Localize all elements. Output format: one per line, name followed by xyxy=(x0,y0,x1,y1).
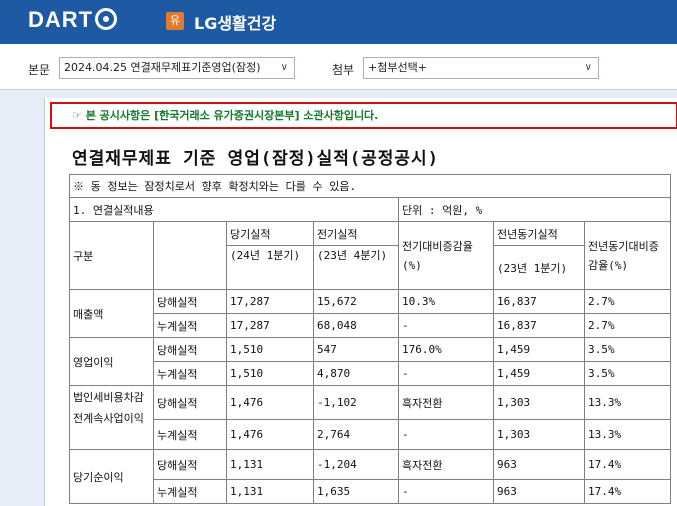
previous-cell: 4,870 xyxy=(313,361,399,386)
header-yoy: 전년동기대비증감율(%) xyxy=(584,221,671,290)
item-cell: 당기순이익 xyxy=(69,449,154,504)
yoy-cell: 2.7% xyxy=(584,289,671,314)
type-cell: 누계실적 xyxy=(153,479,227,504)
current-cell: 1,476 xyxy=(226,385,314,420)
yoy-prev-cell: 1,303 xyxy=(493,419,585,450)
page-title: 연결재무제표 기준 영업(잠정)실적(공정공시) xyxy=(72,149,439,169)
current-cell: 1,131 xyxy=(226,449,314,480)
current-cell: 1,476 xyxy=(226,419,314,450)
item-cell: 영업이익 xyxy=(69,337,154,386)
main-doc-label: 본문 xyxy=(28,63,51,77)
header-current: 당기실적 xyxy=(226,221,314,246)
yoy-prev-cell: 963 xyxy=(493,479,585,504)
yoy-cell: 13.3% xyxy=(584,419,671,450)
table-row: 영업이익 당해실적 1,510 547 176.0% 1,459 3.5% xyxy=(69,337,671,386)
qoq-cell: - xyxy=(398,313,494,338)
yoy-prev-cell: 1,459 xyxy=(493,337,585,362)
header-previous: 전기실적 xyxy=(313,221,399,246)
type-cell: 당해실적 xyxy=(153,337,227,362)
unit-cell: 단위 : 억원, % xyxy=(398,197,671,222)
yoy-cell: 17.4% xyxy=(584,479,671,504)
yoy-prev-cell: 1,303 xyxy=(493,385,585,420)
type-cell: 당해실적 xyxy=(153,289,227,314)
previous-cell: 547 xyxy=(313,337,399,362)
qoq-cell: 10.3% xyxy=(398,289,494,314)
header-yoy-prev: 전년동기실적 xyxy=(493,221,585,246)
header-blank xyxy=(153,221,227,290)
yoy-cell: 13.3% xyxy=(584,385,671,420)
market-badge: 유 xyxy=(166,12,184,30)
note-cell: ※ 동 정보는 잠정치로서 향후 확정치와는 다를 수 있음. xyxy=(69,174,671,198)
current-cell: 17,287 xyxy=(226,313,314,338)
table-row: 누계실적 17,287 68,048-16,837 2.7% xyxy=(70,313,671,338)
yoy-prev-cell: 16,837 xyxy=(493,313,585,338)
type-cell: 누계실적 xyxy=(153,361,227,386)
current-cell: 1,131 xyxy=(226,479,314,504)
previous-cell: 15,672 xyxy=(313,289,399,314)
qoq-cell: 흑자전환 xyxy=(398,385,494,420)
main-doc-select[interactable]: 2024.04.25 연결재무제표기준영업(잠정) ∨ xyxy=(59,57,295,79)
dart-logo[interactable]: DART xyxy=(28,7,118,33)
qoq-cell: 176.0% xyxy=(398,337,494,362)
item-cell: 법인세비용차감전계속사업이익 xyxy=(69,385,154,450)
yoy-prev-cell: 1,459 xyxy=(493,361,585,386)
current-cell: 1,510 xyxy=(226,361,314,386)
header-yoy-prev-period: (23년 1분기) xyxy=(493,245,585,290)
type-cell: 누계실적 xyxy=(153,419,227,450)
table-row: ※ 동 정보는 잠정치로서 향후 확정치와는 다를 수 있음. xyxy=(69,174,671,198)
attach-select[interactable]: +첨부선택+ ∨ xyxy=(363,57,599,79)
item-cell: 매출액 xyxy=(69,289,154,338)
header-previous-period: (23년 4분기) xyxy=(313,245,399,290)
table-row: 누계실적 1,131 1,635-963 17.4% xyxy=(70,479,671,504)
main-doc-select-value: 2024.04.25 연결재무제표기준영업(잠정) xyxy=(64,61,261,74)
logo-circle-icon xyxy=(95,8,118,30)
yoy-cell: 2.7% xyxy=(584,313,671,338)
document-body: ☞ 본 공시사항은 [한국거래소 유가증권시장본부] 소관사항입니다. 연결재무… xyxy=(44,98,677,506)
logo-text: DART xyxy=(28,7,94,32)
chevron-down-icon: ∨ xyxy=(584,62,592,73)
yoy-cell: 17.4% xyxy=(584,449,671,480)
notice-banner: ☞ 본 공시사항은 [한국거래소 유가증권시장본부] 소관사항입니다. xyxy=(50,102,677,129)
current-cell: 17,287 xyxy=(226,289,314,314)
previous-cell: 68,048 xyxy=(313,313,399,338)
yoy-cell: 3.5% xyxy=(584,337,671,362)
type-cell: 당해실적 xyxy=(153,385,227,420)
qoq-cell: - xyxy=(398,419,494,450)
app-header: DART 유 LG생활건강 xyxy=(0,0,677,44)
table-row: 법인세비용차감전계속사업이익 당해실적 1,476 -1,102 흑자전환 1,303 13… xyxy=(69,385,671,450)
table-row: 당기순이익 당해실적 1,131 -1,204 흑자전환 963 17.4% xyxy=(69,449,671,504)
qoq-cell: - xyxy=(398,479,494,504)
header-qoq: 전기대비증감율(%) xyxy=(398,221,494,290)
attach-select-value: +첨부선택+ xyxy=(368,61,427,74)
table-row: 구분 당기실적 전기실적 전기대비증감율(%) 전년동기실적 전년동기대비증감율… xyxy=(69,221,671,290)
chevron-down-icon: ∨ xyxy=(280,62,288,73)
table-row: 누계실적 1,476 2,764-1,303 13.3% xyxy=(70,419,671,450)
previous-cell: 1,635 xyxy=(313,479,399,504)
yoy-prev-cell: 16,837 xyxy=(493,289,585,314)
table-row: 1. 연결실적내용 단위 : 억원, % xyxy=(69,197,671,222)
type-cell: 당해실적 xyxy=(153,449,227,480)
header-category: 구분 xyxy=(69,221,154,290)
previous-cell: -1,204 xyxy=(313,449,399,480)
previous-cell: -1,102 xyxy=(313,385,399,420)
section-cell: 1. 연결실적내용 xyxy=(69,197,399,222)
qoq-cell: 흑자전환 xyxy=(398,449,494,480)
table-body: 매출액 당해실적 17,287 15,672 10.3% 16,837 2.7% 누계실적 17… xyxy=(69,289,671,504)
qoq-cell: - xyxy=(398,361,494,386)
previous-cell: 2,764 xyxy=(313,419,399,450)
table-row: 누계실적 1,510 4,870-1,459 3.5% xyxy=(70,361,671,386)
results-table: ※ 동 정보는 잠정치로서 향후 확정치와는 다를 수 있음. 1. 연결실적내… xyxy=(69,174,671,504)
current-cell: 1,510 xyxy=(226,337,314,362)
company-name: LG생활건강 xyxy=(194,14,277,33)
type-cell: 누계실적 xyxy=(153,313,227,338)
document-toolbar: 본문 2024.04.25 연결재무제표기준영업(잠정) ∨ 첨부 +첨부선택+… xyxy=(0,44,677,90)
yoy-prev-cell: 963 xyxy=(493,449,585,480)
attach-label: 첨부 xyxy=(332,63,355,77)
yoy-cell: 3.5% xyxy=(584,361,671,386)
header-current-period: (24년 1분기) xyxy=(226,245,314,290)
table-row: 매출액 당해실적 17,287 15,672 10.3% 16,837 2.7% xyxy=(69,289,671,338)
